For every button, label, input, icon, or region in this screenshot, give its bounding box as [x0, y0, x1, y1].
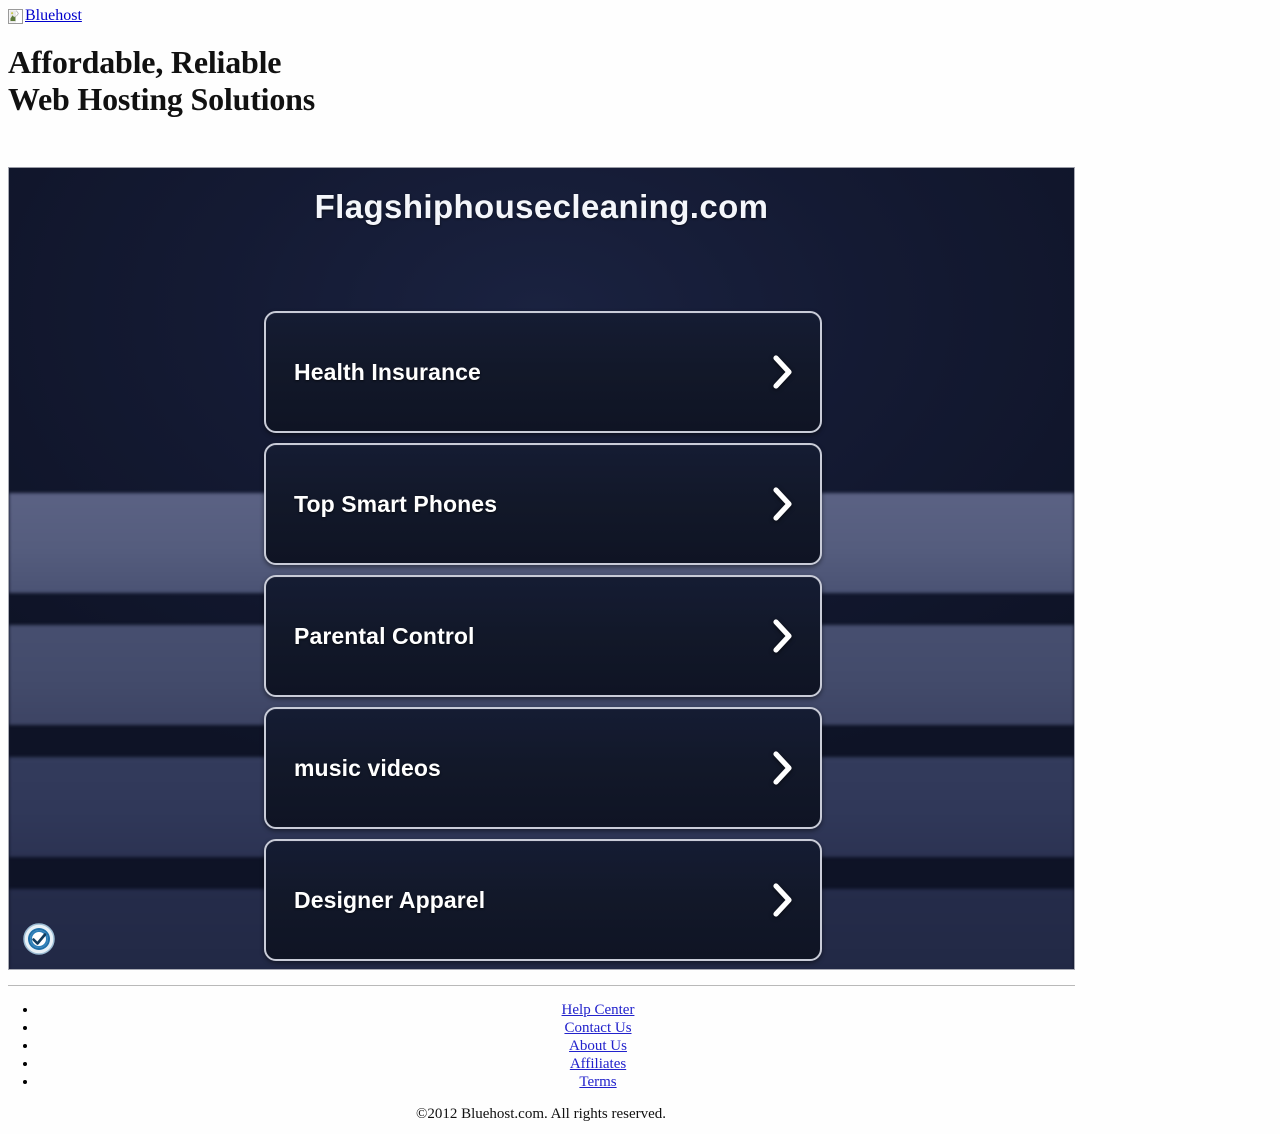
list-item: Affiliates: [38, 1055, 1158, 1073]
list-item: Contact Us: [38, 1019, 1158, 1037]
list-item: Terms: [38, 1073, 1158, 1091]
footer-link-terms[interactable]: Terms: [579, 1074, 616, 1090]
related-searches-list: Health Insurance Top Smart Phones Parent…: [264, 311, 822, 961]
footer-link-contact-us[interactable]: Contact Us: [564, 1020, 631, 1036]
chevron-right-icon: [773, 355, 792, 389]
copyright-text: ©2012 Bluehost.com. All rights reserved.: [415, 1106, 667, 1122]
search-term-label: Designer Apparel: [294, 886, 486, 913]
search-term-button-music-videos[interactable]: music videos: [264, 707, 822, 829]
footer-link-help-center[interactable]: Help Center: [562, 1002, 635, 1018]
verified-check-badge-icon[interactable]: [23, 923, 55, 955]
footer-link-about-us[interactable]: About Us: [569, 1038, 627, 1054]
list-item: Help Center: [38, 1001, 1158, 1019]
page-title: Affordable, Reliable Web Hosting Solutio…: [8, 44, 316, 117]
search-term-button-parental-control[interactable]: Parental Control: [264, 575, 822, 697]
bluehost-logo-link[interactable]: Bluehost: [8, 8, 82, 24]
parked-domain-ad-panel: Flagshiphousecleaning.com Related Search…: [8, 167, 1075, 970]
footer-link-affiliates[interactable]: Affiliates: [570, 1056, 626, 1072]
chevron-right-icon: [773, 883, 792, 917]
broken-image-icon: [8, 8, 23, 24]
search-term-label: Health Insurance: [294, 358, 481, 385]
footer-link-list: Help Center Contact Us About Us Affiliat…: [0, 1001, 1158, 1091]
search-term-button-top-smart-phones[interactable]: Top Smart Phones: [264, 443, 822, 565]
chevron-right-icon: [773, 487, 792, 521]
search-term-label: Parental Control: [294, 622, 475, 649]
search-term-label: Top Smart Phones: [294, 490, 498, 517]
footer-divider: [8, 985, 1075, 986]
chevron-right-icon: [773, 751, 792, 785]
chevron-right-icon: [773, 619, 792, 653]
search-term-button-designer-apparel[interactable]: Designer Apparel: [264, 839, 822, 961]
logo-alt-text: Bluehost: [25, 7, 82, 24]
domain-name-title: Flagshiphousecleaning.com: [314, 188, 769, 225]
search-term-button-health-insurance[interactable]: Health Insurance: [264, 311, 822, 433]
list-item: About Us: [38, 1037, 1158, 1055]
search-term-label: music videos: [294, 754, 441, 781]
